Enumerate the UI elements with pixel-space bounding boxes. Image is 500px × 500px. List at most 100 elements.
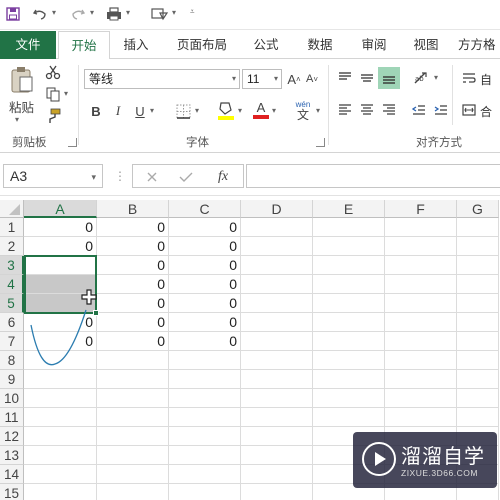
cell-g6[interactable] [457,313,499,332]
name-box-dropdown-icon[interactable]: ▾ [91,166,96,188]
cell-g3[interactable] [457,256,499,275]
borders-dropdown-icon[interactable]: ▾ [195,106,199,115]
print-preview-icon[interactable] [104,4,124,24]
cell-g10[interactable] [457,389,499,408]
column-header-f[interactable]: F [385,200,457,218]
cell-d13[interactable] [241,446,313,465]
cell-e5[interactable] [313,294,385,313]
copy-icon[interactable] [44,85,62,103]
row-header-12[interactable]: 12 [0,427,24,446]
wrap-text-label[interactable]: 自 [480,71,492,88]
align-left-icon[interactable] [336,101,354,119]
align-bottom-icon[interactable] [378,67,400,89]
cell-g5[interactable] [457,294,499,313]
cell-b12[interactable] [97,427,169,446]
cell-a14[interactable] [24,465,97,484]
cell-c1[interactable]: 0 [169,218,241,237]
cell-a11[interactable] [24,408,97,427]
cell-g4[interactable] [457,275,499,294]
cell-f1[interactable] [385,218,457,237]
row-header-13[interactable]: 13 [0,446,24,465]
cell-b10[interactable] [97,389,169,408]
cell-c13[interactable] [169,446,241,465]
paste-label[interactable]: 粘贴 [9,97,34,116]
redo-icon[interactable] [70,4,86,24]
merge-center-label[interactable]: 合 [480,103,492,120]
phonetic-guide-button[interactable]: wén 文 [292,98,314,124]
underline-dropdown-icon[interactable]: ▾ [150,106,154,115]
cell-e4[interactable] [313,275,385,294]
tab-page-layout[interactable]: 页面布局 [170,31,234,59]
cell-d3[interactable] [241,256,313,275]
cell-d10[interactable] [241,389,313,408]
cell-d1[interactable] [241,218,313,237]
row-header-15[interactable]: 15 [0,484,24,500]
paste-icon[interactable] [6,65,38,95]
cell-c10[interactable] [169,389,241,408]
paste-dropdown-icon[interactable]: ▾ [15,115,19,124]
tab-file[interactable]: 文件 [0,31,56,59]
row-header-14[interactable]: 14 [0,465,24,484]
cell-d9[interactable] [241,370,313,389]
cell-g8[interactable] [457,351,499,370]
cell-b15[interactable] [97,484,169,500]
cell-f6[interactable] [385,313,457,332]
cell-d5[interactable] [241,294,313,313]
cancel-icon[interactable] [143,168,161,186]
cell-f10[interactable] [385,389,457,408]
row-header-11[interactable]: 11 [0,408,24,427]
cell-a15[interactable] [24,484,97,500]
redo-dropdown-icon[interactable]: ▾ [90,8,94,17]
column-header-g[interactable]: G [457,200,499,218]
cell-f11[interactable] [385,408,457,427]
font-color-button[interactable]: A [252,99,270,121]
enter-icon[interactable] [177,168,195,186]
cell-f5[interactable] [385,294,457,313]
cell-d12[interactable] [241,427,313,446]
undo-icon[interactable] [32,4,48,24]
worksheet-grid[interactable]: ABCDEFG 1 2 3 4 5 6 7 8 9 10 11 12 13 14 15 0000000000… [0,200,500,500]
increase-indent-icon[interactable] [432,101,450,119]
formula-input[interactable] [246,164,500,188]
tab-data[interactable]: 数据 [298,31,342,59]
tab-home[interactable]: 开始 [58,31,110,60]
cell-e9[interactable] [313,370,385,389]
grow-font-button[interactable]: A ˄ [286,69,302,89]
cell-c2[interactable]: 0 [169,237,241,256]
cell-c3[interactable]: 0 [169,256,241,275]
cell-c12[interactable] [169,427,241,446]
cell-g2[interactable] [457,237,499,256]
orientation-icon[interactable]: ab [412,69,432,87]
wrap-text-icon[interactable] [460,69,478,87]
tab-fangfange[interactable]: 方方格 [458,31,500,59]
cell-b13[interactable] [97,446,169,465]
cell-e11[interactable] [313,408,385,427]
align-center-icon[interactable] [358,101,376,119]
cell-a12[interactable] [24,427,97,446]
cell-c4[interactable]: 0 [169,275,241,294]
cell-d7[interactable] [241,332,313,351]
bold-button[interactable]: B [88,101,104,121]
cell-d2[interactable] [241,237,313,256]
cell-g1[interactable] [457,218,499,237]
clipboard-launcher-icon[interactable] [68,138,77,147]
cell-e8[interactable] [313,351,385,370]
tab-insert[interactable]: 插入 [114,31,158,59]
shape-tool-icon[interactable] [150,4,170,24]
cell-f3[interactable] [385,256,457,275]
cell-c9[interactable] [169,370,241,389]
cell-f8[interactable] [385,351,457,370]
column-header-c[interactable]: C [169,200,241,218]
save-icon[interactable] [4,4,22,24]
font-color-dropdown-icon[interactable]: ▾ [272,106,276,115]
name-box[interactable]: A3 ▾ [3,164,103,188]
row-header-10[interactable]: 10 [0,389,24,408]
cell-c5[interactable]: 0 [169,294,241,313]
cell-d15[interactable] [241,484,313,500]
align-top-icon[interactable] [336,69,354,87]
cell-d4[interactable] [241,275,313,294]
tab-view[interactable]: 视图 [404,31,448,59]
cell-g11[interactable] [457,408,499,427]
phonetic-dropdown-icon[interactable]: ▾ [316,106,320,115]
borders-icon[interactable] [174,102,192,120]
